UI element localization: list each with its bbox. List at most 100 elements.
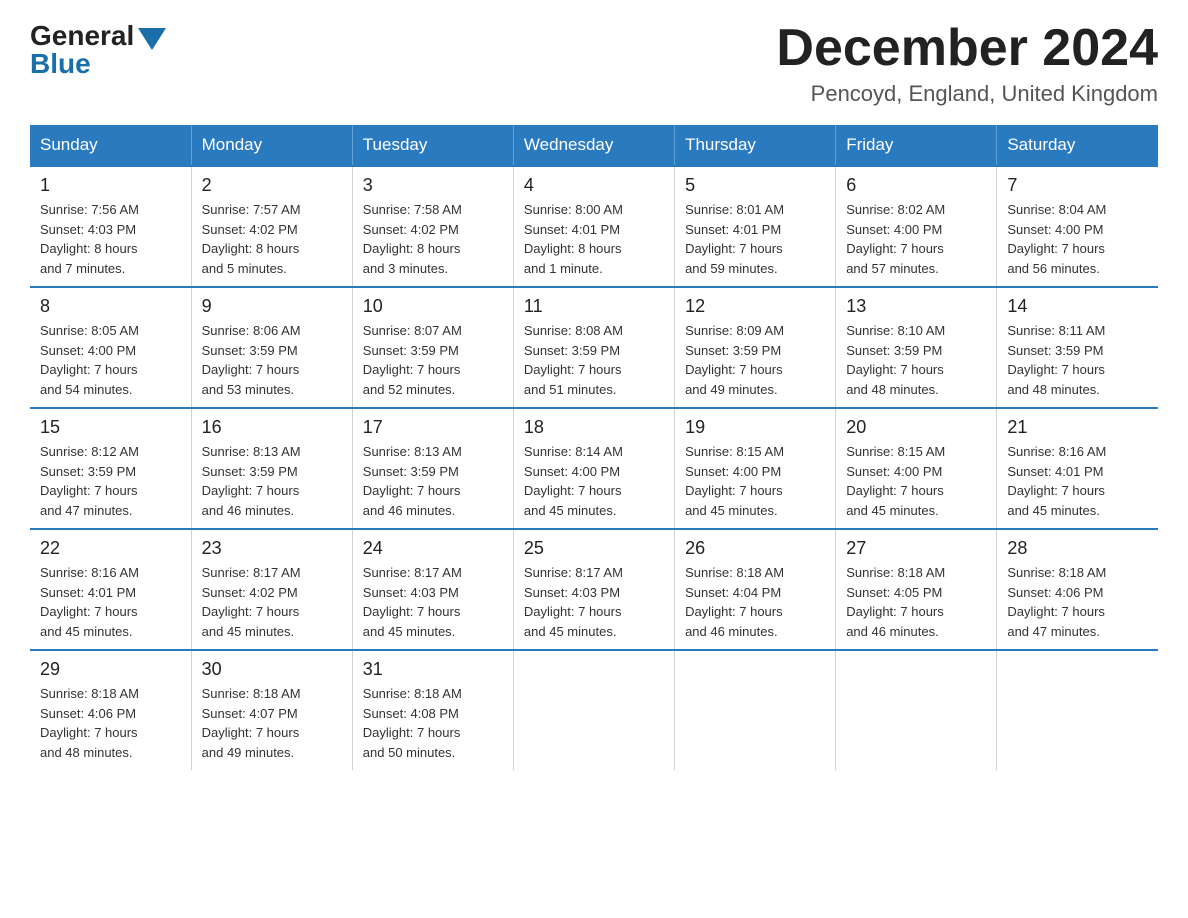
logo-triangle-icon	[138, 28, 166, 50]
day-number: 29	[40, 659, 181, 680]
day-number: 7	[1007, 175, 1148, 196]
calendar-cell: 17 Sunrise: 8:13 AMSunset: 3:59 PMDaylig…	[352, 408, 513, 529]
calendar-cell: 14 Sunrise: 8:11 AMSunset: 3:59 PMDaylig…	[997, 287, 1158, 408]
calendar-cell: 7 Sunrise: 8:04 AMSunset: 4:00 PMDayligh…	[997, 166, 1158, 287]
calendar-header-monday: Monday	[191, 125, 352, 166]
day-number: 11	[524, 296, 664, 317]
day-number: 12	[685, 296, 825, 317]
day-number: 13	[846, 296, 986, 317]
day-number: 22	[40, 538, 181, 559]
calendar-cell: 18 Sunrise: 8:14 AMSunset: 4:00 PMDaylig…	[513, 408, 674, 529]
calendar-cell: 1 Sunrise: 7:56 AMSunset: 4:03 PMDayligh…	[30, 166, 191, 287]
day-info: Sunrise: 8:18 AMSunset: 4:06 PMDaylight:…	[40, 684, 181, 762]
day-info: Sunrise: 8:18 AMSunset: 4:05 PMDaylight:…	[846, 563, 986, 641]
day-info: Sunrise: 8:17 AMSunset: 4:03 PMDaylight:…	[363, 563, 503, 641]
calendar-cell: 21 Sunrise: 8:16 AMSunset: 4:01 PMDaylig…	[997, 408, 1158, 529]
day-number: 16	[202, 417, 342, 438]
day-info: Sunrise: 8:11 AMSunset: 3:59 PMDaylight:…	[1007, 321, 1148, 399]
day-info: Sunrise: 8:05 AMSunset: 4:00 PMDaylight:…	[40, 321, 181, 399]
day-info: Sunrise: 8:13 AMSunset: 3:59 PMDaylight:…	[363, 442, 503, 520]
calendar-cell: 31 Sunrise: 8:18 AMSunset: 4:08 PMDaylig…	[352, 650, 513, 770]
calendar-cell: 6 Sunrise: 8:02 AMSunset: 4:00 PMDayligh…	[836, 166, 997, 287]
day-number: 8	[40, 296, 181, 317]
calendar-week-row: 1 Sunrise: 7:56 AMSunset: 4:03 PMDayligh…	[30, 166, 1158, 287]
calendar-cell: 15 Sunrise: 8:12 AMSunset: 3:59 PMDaylig…	[30, 408, 191, 529]
day-info: Sunrise: 8:00 AMSunset: 4:01 PMDaylight:…	[524, 200, 664, 278]
calendar-cell: 28 Sunrise: 8:18 AMSunset: 4:06 PMDaylig…	[997, 529, 1158, 650]
calendar-cell: 9 Sunrise: 8:06 AMSunset: 3:59 PMDayligh…	[191, 287, 352, 408]
day-number: 25	[524, 538, 664, 559]
page-header: General Blue December 2024 Pencoyd, Engl…	[30, 20, 1158, 107]
calendar-cell: 19 Sunrise: 8:15 AMSunset: 4:00 PMDaylig…	[675, 408, 836, 529]
calendar-cell: 24 Sunrise: 8:17 AMSunset: 4:03 PMDaylig…	[352, 529, 513, 650]
day-number: 24	[363, 538, 503, 559]
calendar-week-row: 15 Sunrise: 8:12 AMSunset: 3:59 PMDaylig…	[30, 408, 1158, 529]
day-info: Sunrise: 8:02 AMSunset: 4:00 PMDaylight:…	[846, 200, 986, 278]
calendar-header-sunday: Sunday	[30, 125, 191, 166]
calendar-cell: 25 Sunrise: 8:17 AMSunset: 4:03 PMDaylig…	[513, 529, 674, 650]
day-number: 10	[363, 296, 503, 317]
day-number: 4	[524, 175, 664, 196]
month-title: December 2024	[776, 20, 1158, 77]
calendar-week-row: 22 Sunrise: 8:16 AMSunset: 4:01 PMDaylig…	[30, 529, 1158, 650]
day-number: 1	[40, 175, 181, 196]
calendar-cell: 5 Sunrise: 8:01 AMSunset: 4:01 PMDayligh…	[675, 166, 836, 287]
day-number: 2	[202, 175, 342, 196]
day-number: 23	[202, 538, 342, 559]
day-number: 30	[202, 659, 342, 680]
day-info: Sunrise: 8:12 AMSunset: 3:59 PMDaylight:…	[40, 442, 181, 520]
calendar-table: SundayMondayTuesdayWednesdayThursdayFrid…	[30, 125, 1158, 770]
calendar-cell: 11 Sunrise: 8:08 AMSunset: 3:59 PMDaylig…	[513, 287, 674, 408]
day-number: 19	[685, 417, 825, 438]
day-number: 9	[202, 296, 342, 317]
calendar-cell: 20 Sunrise: 8:15 AMSunset: 4:00 PMDaylig…	[836, 408, 997, 529]
day-info: Sunrise: 8:15 AMSunset: 4:00 PMDaylight:…	[846, 442, 986, 520]
day-info: Sunrise: 8:13 AMSunset: 3:59 PMDaylight:…	[202, 442, 342, 520]
day-info: Sunrise: 8:10 AMSunset: 3:59 PMDaylight:…	[846, 321, 986, 399]
calendar-header-wednesday: Wednesday	[513, 125, 674, 166]
calendar-cell: 13 Sunrise: 8:10 AMSunset: 3:59 PMDaylig…	[836, 287, 997, 408]
day-info: Sunrise: 8:04 AMSunset: 4:00 PMDaylight:…	[1007, 200, 1148, 278]
calendar-header-row: SundayMondayTuesdayWednesdayThursdayFrid…	[30, 125, 1158, 166]
day-info: Sunrise: 7:56 AMSunset: 4:03 PMDaylight:…	[40, 200, 181, 278]
day-info: Sunrise: 8:14 AMSunset: 4:00 PMDaylight:…	[524, 442, 664, 520]
calendar-cell: 23 Sunrise: 8:17 AMSunset: 4:02 PMDaylig…	[191, 529, 352, 650]
title-section: December 2024 Pencoyd, England, United K…	[776, 20, 1158, 107]
day-info: Sunrise: 8:09 AMSunset: 3:59 PMDaylight:…	[685, 321, 825, 399]
calendar-cell: 22 Sunrise: 8:16 AMSunset: 4:01 PMDaylig…	[30, 529, 191, 650]
logo: General Blue	[30, 20, 166, 80]
day-number: 3	[363, 175, 503, 196]
location: Pencoyd, England, United Kingdom	[776, 81, 1158, 107]
day-info: Sunrise: 8:18 AMSunset: 4:08 PMDaylight:…	[363, 684, 503, 762]
calendar-cell: 4 Sunrise: 8:00 AMSunset: 4:01 PMDayligh…	[513, 166, 674, 287]
calendar-header-saturday: Saturday	[997, 125, 1158, 166]
calendar-cell: 12 Sunrise: 8:09 AMSunset: 3:59 PMDaylig…	[675, 287, 836, 408]
day-number: 15	[40, 417, 181, 438]
day-info: Sunrise: 8:01 AMSunset: 4:01 PMDaylight:…	[685, 200, 825, 278]
calendar-cell: 29 Sunrise: 8:18 AMSunset: 4:06 PMDaylig…	[30, 650, 191, 770]
calendar-header-tuesday: Tuesday	[352, 125, 513, 166]
day-number: 6	[846, 175, 986, 196]
calendar-cell	[513, 650, 674, 770]
calendar-cell	[997, 650, 1158, 770]
calendar-week-row: 29 Sunrise: 8:18 AMSunset: 4:06 PMDaylig…	[30, 650, 1158, 770]
day-number: 18	[524, 417, 664, 438]
day-number: 27	[846, 538, 986, 559]
calendar-header-thursday: Thursday	[675, 125, 836, 166]
calendar-cell: 3 Sunrise: 7:58 AMSunset: 4:02 PMDayligh…	[352, 166, 513, 287]
calendar-cell: 8 Sunrise: 8:05 AMSunset: 4:00 PMDayligh…	[30, 287, 191, 408]
day-info: Sunrise: 8:16 AMSunset: 4:01 PMDaylight:…	[40, 563, 181, 641]
day-number: 20	[846, 417, 986, 438]
day-number: 28	[1007, 538, 1148, 559]
day-info: Sunrise: 8:15 AMSunset: 4:00 PMDaylight:…	[685, 442, 825, 520]
day-info: Sunrise: 8:06 AMSunset: 3:59 PMDaylight:…	[202, 321, 342, 399]
calendar-cell: 10 Sunrise: 8:07 AMSunset: 3:59 PMDaylig…	[352, 287, 513, 408]
calendar-week-row: 8 Sunrise: 8:05 AMSunset: 4:00 PMDayligh…	[30, 287, 1158, 408]
day-info: Sunrise: 8:18 AMSunset: 4:06 PMDaylight:…	[1007, 563, 1148, 641]
calendar-header-friday: Friday	[836, 125, 997, 166]
calendar-cell: 16 Sunrise: 8:13 AMSunset: 3:59 PMDaylig…	[191, 408, 352, 529]
calendar-cell: 30 Sunrise: 8:18 AMSunset: 4:07 PMDaylig…	[191, 650, 352, 770]
day-number: 21	[1007, 417, 1148, 438]
day-info: Sunrise: 7:58 AMSunset: 4:02 PMDaylight:…	[363, 200, 503, 278]
day-info: Sunrise: 8:07 AMSunset: 3:59 PMDaylight:…	[363, 321, 503, 399]
